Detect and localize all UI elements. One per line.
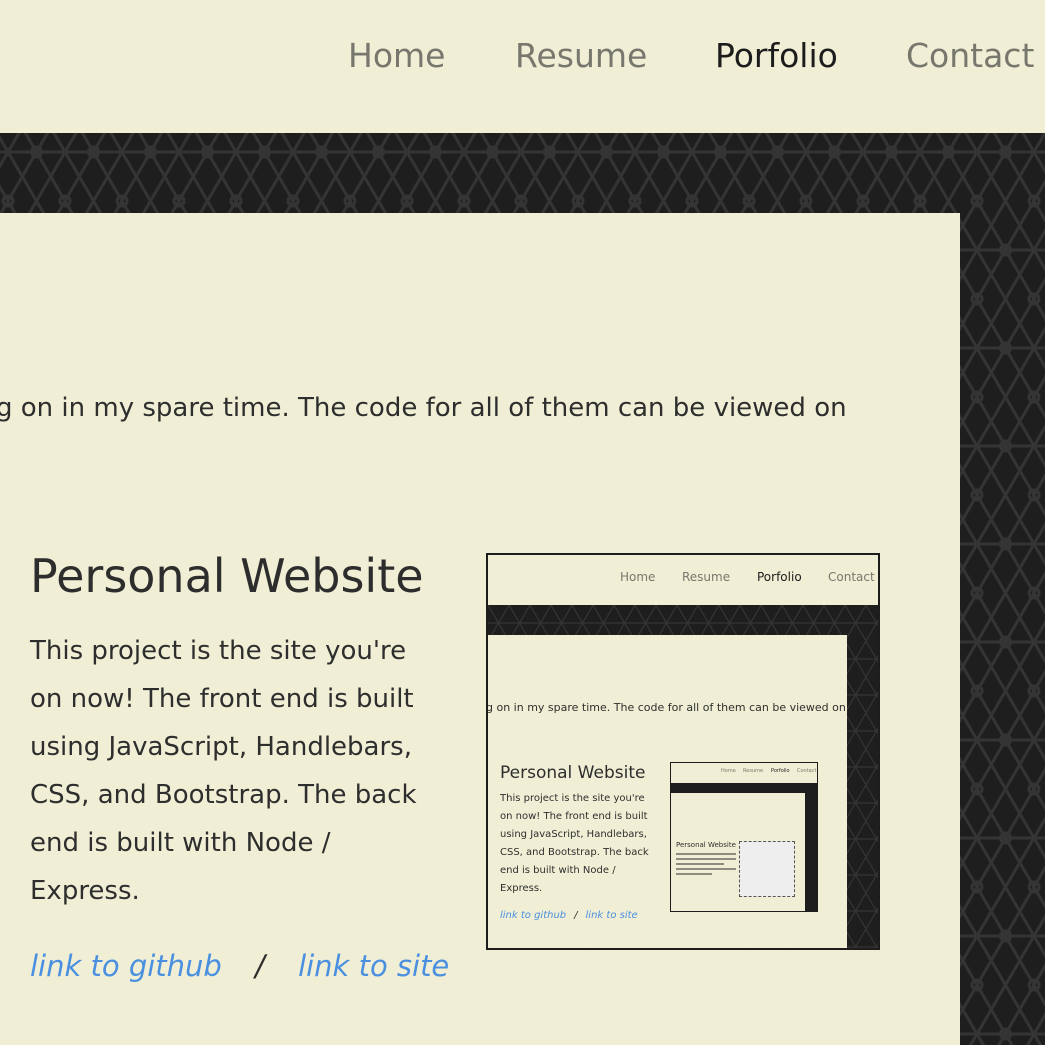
link-separator: / (255, 949, 265, 983)
thumb-nav-portfolio: Porfolio (757, 570, 802, 584)
project-links: link to github / link to site (30, 949, 449, 983)
thumb-github-link: link to github (500, 910, 567, 921)
thumb2-navbar: Home Resume Porfolio Contact (671, 763, 817, 783)
nav-contact-link[interactable]: Contact (906, 36, 1034, 75)
thumb2-nav-contact: Contact (797, 768, 817, 774)
thumb-nav-home: Home (620, 570, 656, 584)
nav-resume-link[interactable]: Resume (515, 36, 647, 75)
nav-portfolio-link[interactable]: Porfolio (715, 36, 838, 75)
portfolio-intro-text: g on in my spare time. The code for all … (0, 393, 847, 423)
nav-home-link[interactable]: Home (348, 36, 445, 75)
thumb2-nav-resume: Resume (743, 768, 764, 774)
site-link[interactable]: link to site (298, 949, 449, 983)
thumb-site-link: link to site (585, 910, 638, 921)
thumb-navbar: Home Resume Porfolio Contact (488, 555, 878, 605)
thumb-project-title: Personal Website (500, 763, 646, 783)
thumb2-mini-screenshot (739, 841, 795, 897)
thumb-project-links: link to github / link to site (500, 910, 638, 921)
thumb2-nav-portfolio: Porfolio (771, 768, 790, 774)
thumb2-title: Personal Website (676, 841, 736, 849)
thumb2-nav-home: Home (721, 768, 736, 774)
project-screenshot[interactable]: Home Resume Porfolio Contact g on in my … (486, 553, 880, 950)
thumb-project-description: This project is the site you're on now! … (500, 793, 649, 894)
thumb2-text-lines (676, 853, 736, 893)
thumb-intro-text: g on in my spare time. The code for all … (488, 701, 846, 714)
top-navbar: Home Resume Porfolio Contact (0, 0, 1045, 133)
thumb-nested-screenshot: Home Resume Porfolio Contact Personal We… (670, 762, 818, 912)
project-description: This project is the site you're on now! … (30, 636, 417, 906)
thumb-panel: g on in my spare time. The code for all … (488, 635, 847, 948)
project-title: Personal Website (30, 549, 424, 603)
thumb-nav-resume: Resume (682, 570, 731, 584)
thumb2-panel: Personal Website (671, 793, 805, 911)
thumb-nav-contact: Contact (828, 570, 875, 584)
portfolio-panel: g on in my spare time. The code for all … (0, 213, 960, 1045)
github-link[interactable]: link to github (30, 949, 222, 983)
